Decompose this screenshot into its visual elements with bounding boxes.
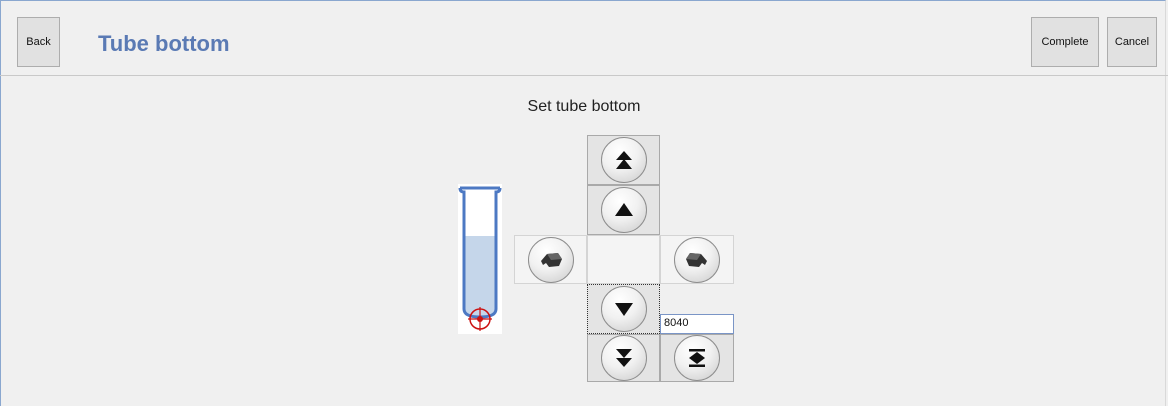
down-button[interactable] [600,286,647,332]
fast-up-cell [587,135,660,185]
fast-down-button[interactable] [600,335,647,381]
fast-up-button[interactable] [600,137,647,183]
position-value-field[interactable]: 8040 [660,314,734,334]
cancel-button[interactable]: Cancel [1107,17,1157,67]
instruction-text: Set tube bottom [527,98,641,115]
complete-button[interactable]: Complete [1031,17,1099,67]
go-to-bottom-button[interactable] [674,335,720,381]
rotate-right-button[interactable] [674,236,720,283]
rotate-left-cell [514,235,587,284]
double-down-arrow-icon [615,349,632,367]
rotate-right-icon [686,252,707,267]
go-to-bottom-cell [660,334,734,382]
rotate-left-icon [540,252,562,267]
up-button[interactable] [600,187,647,233]
go-to-bottom-icon [689,349,705,367]
up-cell [587,185,660,235]
rotate-left-button[interactable] [527,236,574,283]
page-title: Tube bottom [98,31,230,56]
center-cell [587,235,660,284]
rotate-right-cell [660,235,734,284]
tube-illustration-icon [458,184,502,334]
down-arrow-icon [614,303,633,316]
double-up-arrow-icon [615,151,632,169]
down-cell [587,284,660,334]
up-arrow-icon [614,203,633,216]
header-bar: Back Tube bottom Complete Cancel [0,0,1168,76]
fast-down-cell [587,334,660,382]
back-button[interactable]: Back [17,17,60,67]
